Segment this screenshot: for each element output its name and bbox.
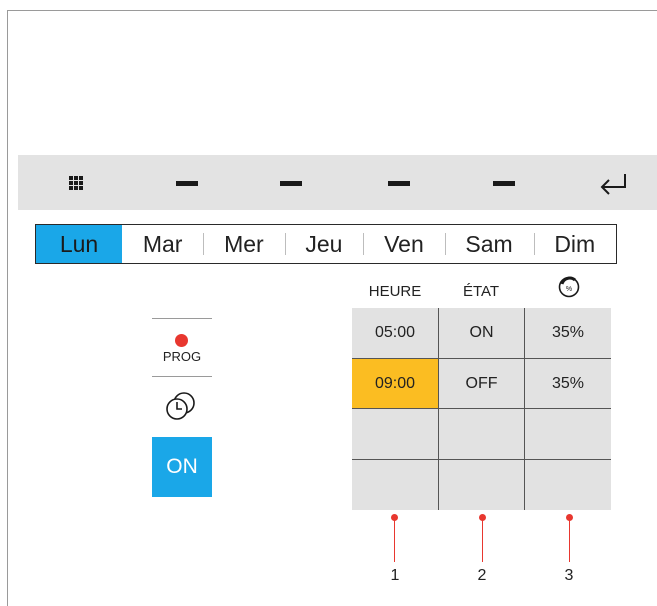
svg-text:%: % <box>566 286 572 293</box>
day-tab-ven[interactable]: Ven <box>363 225 444 263</box>
day-tab-mar[interactable]: Mar <box>122 225 203 263</box>
day-tab-dim[interactable]: Dim <box>533 225 617 263</box>
dash-icon[interactable] <box>388 181 410 186</box>
table-cell-percent[interactable]: 35% <box>524 358 611 408</box>
schedule-table: 05:00 ON 35% 09:00 OFF 35% <box>352 308 611 510</box>
table-cell-state[interactable]: OFF <box>438 358 524 408</box>
table-cell-percent[interactable]: 35% <box>524 308 611 358</box>
return-arrow-icon[interactable] <box>596 167 630 199</box>
day-tab-mer[interactable]: Mer <box>203 225 284 263</box>
day-tab-jeu[interactable]: Jeu <box>284 225 364 263</box>
callout-line <box>569 520 570 562</box>
dash-icon[interactable] <box>176 181 198 186</box>
frame-border-top <box>7 10 657 11</box>
table-cell-state[interactable]: ON <box>438 308 524 358</box>
dash-icon[interactable] <box>280 181 302 186</box>
callout-number: 2 <box>477 567 487 584</box>
prog-label: PROG <box>162 349 202 364</box>
top-toolbar <box>18 155 657 210</box>
table-cell-percent[interactable] <box>524 459 611 510</box>
grid-menu-icon[interactable] <box>69 176 84 191</box>
table-cell-percent[interactable] <box>524 408 611 459</box>
prog-status-dot <box>175 334 188 347</box>
divider <box>152 376 212 377</box>
callout-number: 1 <box>390 567 400 584</box>
table-cell-time[interactable] <box>352 408 438 459</box>
table-cell-time-selected[interactable]: 09:00 <box>352 358 438 408</box>
callout-line <box>394 520 395 562</box>
dash-icon[interactable] <box>493 181 515 186</box>
callout-number: 3 <box>564 567 574 584</box>
frame-border-left <box>7 10 8 606</box>
day-tab-lun[interactable]: Lun <box>36 225 122 263</box>
clock-program-icon[interactable] <box>162 390 202 422</box>
on-button[interactable]: ON <box>152 437 212 497</box>
table-cell-time[interactable] <box>352 459 438 510</box>
percent-dial-icon: % <box>558 276 580 298</box>
column-header-etat: ÉTAT <box>462 283 500 300</box>
table-cell-time[interactable]: 05:00 <box>352 308 438 358</box>
day-selector: Lun Mar Mer Jeu Ven Sam Dim <box>35 224 617 264</box>
table-cell-state[interactable] <box>438 408 524 459</box>
day-tab-sam[interactable]: Sam <box>444 225 534 263</box>
column-header-heure: HEURE <box>368 283 422 300</box>
callout-line <box>482 520 483 562</box>
table-cell-state[interactable] <box>438 459 524 510</box>
divider <box>152 318 212 319</box>
